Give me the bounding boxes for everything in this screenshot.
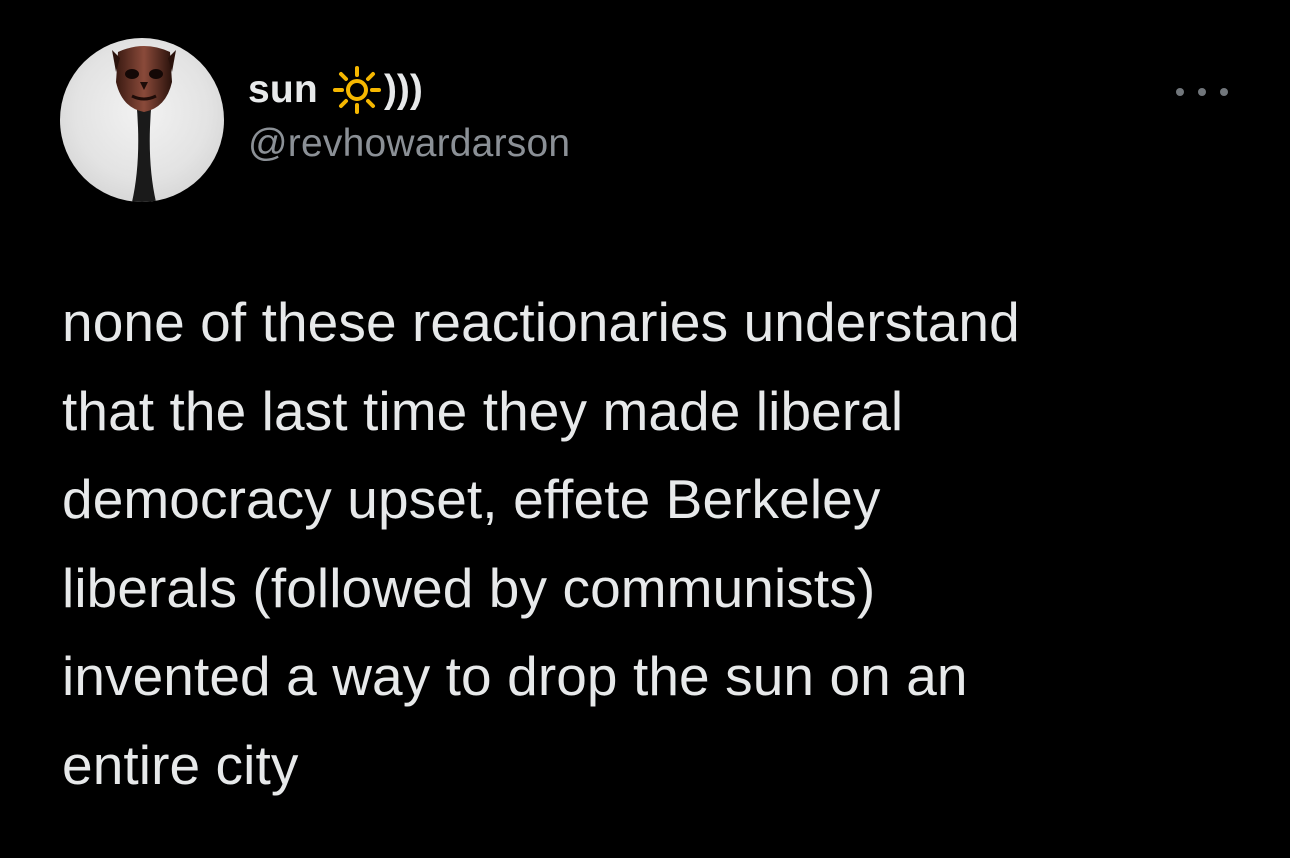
avatar-figure-icon [112, 46, 176, 202]
more-horizontal-icon [1176, 88, 1184, 96]
user-info: sun ))) @revhowardarson [248, 62, 570, 166]
tweet-card: sun ))) @revhowardarson none of these re… [0, 0, 1290, 858]
user-handle[interactable]: @revhowardarson [248, 122, 570, 166]
display-name-suffix: ))) [383, 68, 423, 111]
more-options-button[interactable] [1176, 80, 1228, 104]
tweet-text: none of these reactionaries understand t… [62, 291, 1020, 796]
display-name[interactable]: sun [248, 68, 318, 112]
more-dot [1220, 88, 1228, 96]
sun-icon [332, 65, 382, 115]
more-dot [1198, 88, 1206, 96]
avatar[interactable] [60, 38, 224, 202]
display-name-row[interactable]: sun ))) [248, 62, 570, 118]
